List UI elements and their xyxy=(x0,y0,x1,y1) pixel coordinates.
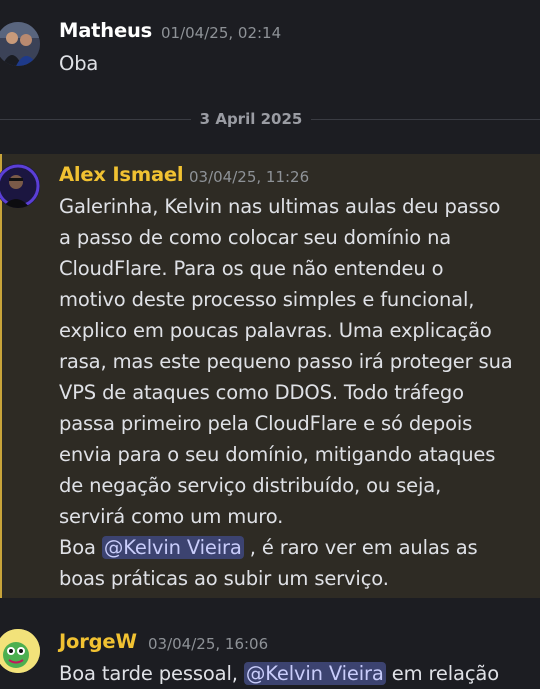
text-suffix: , é raro ver em aulas as xyxy=(243,536,478,559)
message-text: Boa tarde pessoal, @Kelvin Vieira em rel… xyxy=(59,658,533,689)
message-line: explico em poucas palavras. Uma explicaç… xyxy=(59,319,492,342)
text-prefix: Boa xyxy=(59,536,102,559)
mention-kelvin-vieira[interactable]: @Kelvin Vieira xyxy=(101,536,244,559)
message-line-mention: Boa @Kelvin Vieira , é raro ver em aulas… xyxy=(59,532,533,563)
message-text: Galerinha, Kelvin nas ultimas aulas deu … xyxy=(59,191,533,594)
timestamp: 01/04/25, 02:14 xyxy=(161,24,282,42)
message-text: Oba xyxy=(59,52,99,75)
author-name[interactable]: JorgeW xyxy=(59,630,137,653)
message-line: envia para o seu domínio, mitigando ataq… xyxy=(59,443,496,466)
text-suffix: em relação xyxy=(385,662,499,685)
message-line: CloudFlare. Para os que não entendeu o xyxy=(59,257,444,280)
message-line: boas práticas ao subir um serviço. xyxy=(59,567,389,590)
timestamp: 03/04/25, 11:26 xyxy=(189,168,310,186)
avatar-jorge[interactable] xyxy=(0,629,40,673)
message-line: VPS de ataques como DDOS. Todo tráfego xyxy=(59,381,464,404)
message-line: rasa, mas este pequeno passo irá protege… xyxy=(59,350,513,373)
message-line: de negação serviço distribuído, ou seja, xyxy=(59,474,442,497)
avatar-alex[interactable] xyxy=(0,164,40,208)
message-matheus: Matheus 01/04/25, 02:14 Oba xyxy=(0,0,540,90)
timestamp: 03/04/25, 16:06 xyxy=(148,635,269,653)
author-name[interactable]: Alex Ismael xyxy=(59,163,184,186)
avatar-matheus[interactable] xyxy=(0,22,40,66)
message-line: a passo de como colocar seu domínio na xyxy=(59,226,452,249)
message-line: passa primeiro pela CloudFlare e só depo… xyxy=(59,412,473,435)
message-line: servirá como um muro. xyxy=(59,505,284,528)
mention-kelvin-vieira[interactable]: @Kelvin Vieira xyxy=(243,662,386,685)
message-alex-ismael: Alex Ismael 03/04/25, 11:26 Galerinha, K… xyxy=(0,154,540,598)
date-divider-label: 3 April 2025 xyxy=(191,108,311,130)
message-jorgew: JorgeW 03/04/25, 16:06 Boa tarde pessoal… xyxy=(0,620,540,685)
author-name[interactable]: Matheus xyxy=(59,19,152,42)
text-prefix: Boa tarde pessoal, xyxy=(59,662,244,685)
message-line: Galerinha, Kelvin nas ultimas aulas deu … xyxy=(59,195,501,218)
message-line: motivo deste processo simples e funciona… xyxy=(59,288,475,311)
